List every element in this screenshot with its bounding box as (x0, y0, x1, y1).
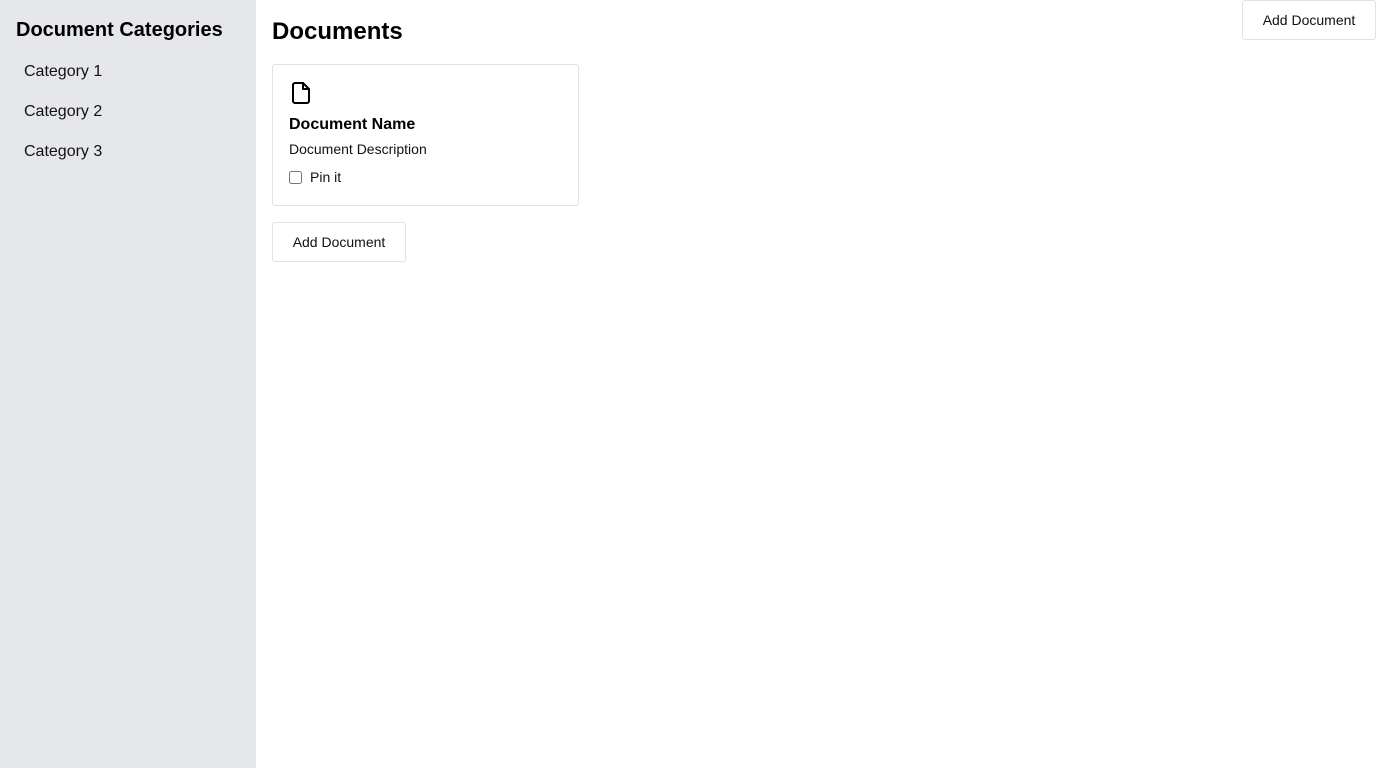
category-item-1[interactable]: Category 1 (16, 60, 240, 84)
pin-label: Pin it (310, 169, 342, 185)
pin-row: Pin it (289, 167, 562, 187)
app-root: Document Categories Category 1 Category … (0, 0, 1376, 768)
pin-checkbox[interactable] (289, 170, 302, 184)
add-document-button-top[interactable]: Add Document (1242, 0, 1376, 40)
add-document-button[interactable]: Add Document (272, 222, 406, 262)
category-item-2[interactable]: Category 2 (16, 100, 240, 124)
sidebar: Document Categories Category 1 Category … (0, 0, 256, 768)
document-name: Document Name (289, 116, 416, 133)
category-list: Category 1 Category 2 Category 3 (16, 60, 240, 164)
main-content: Documents Document Name Document Descrip… (256, 0, 1376, 768)
sidebar-title: Document Categories (16, 19, 223, 41)
document-description: Document Description (289, 141, 427, 157)
document-card: Document Name Document Description Pin i… (272, 64, 579, 206)
document-icon (292, 82, 310, 104)
page-title: Documents (272, 18, 403, 45)
document-grid: Document Name Document Description Pin i… (272, 64, 1360, 206)
category-item-3[interactable]: Category 3 (16, 140, 240, 164)
